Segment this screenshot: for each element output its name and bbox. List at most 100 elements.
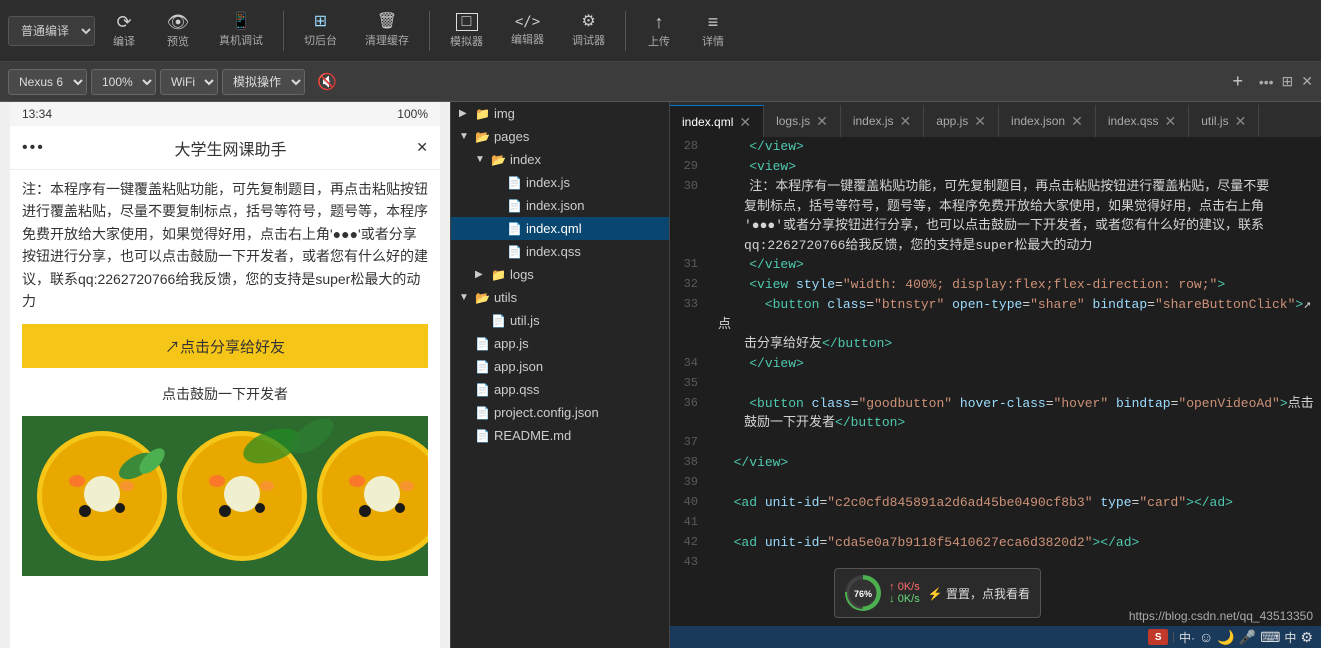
close-panel-icon[interactable]: ✕	[1301, 73, 1313, 90]
separator-2	[429, 11, 430, 51]
tab-index-qml[interactable]: index.qml ✕	[670, 105, 764, 137]
separator-1	[283, 11, 284, 51]
file-tree-index-qss[interactable]: 📄 index.qss	[451, 240, 669, 263]
device-bar-right: + ••• ⊞ ✕	[1225, 69, 1313, 95]
details-icon: ≡	[708, 13, 719, 31]
code-line-36: 36 <button class="goodbutton" hover-clas…	[670, 394, 1321, 433]
download-stat: ↓ 0K/s	[889, 593, 920, 605]
tab-index-qss[interactable]: index.qss ✕	[1096, 105, 1189, 137]
file-tree-img[interactable]: ▶ 📁 img	[451, 102, 669, 125]
file-tree-app-qss[interactable]: 📄 app.qss	[451, 378, 669, 401]
phone-time: 13:34	[22, 107, 52, 121]
ime-s-icon[interactable]: S	[1148, 629, 1168, 645]
file-tree-index-json[interactable]: 📄 index.json	[451, 194, 669, 217]
code-line-41: 41	[670, 513, 1321, 533]
device-bar: Nexus 6 100% WiFi 模拟操作 🔇 + ••• ⊞ ✕	[0, 62, 1321, 102]
tab-index-qml-close[interactable]: ✕	[739, 115, 751, 129]
folder-icon: 📁	[491, 268, 506, 282]
file-tree-util-js-label: util.js	[510, 313, 540, 328]
tab-index-qss-close[interactable]: ✕	[1165, 114, 1177, 128]
code-line-34: 34 </view>	[670, 354, 1321, 374]
progress-svg: 76%	[845, 575, 881, 611]
config-file-icon: 📄	[475, 406, 490, 420]
tab-index-qml-label: index.qml	[682, 115, 733, 129]
tab-index-js-close[interactable]: ✕	[900, 114, 912, 128]
file-tree-app-json[interactable]: 📄 app.json	[451, 355, 669, 378]
phone-share-btn[interactable]: ↗点击分享给好友	[22, 324, 428, 368]
ime-zh-label[interactable]: 中·	[1179, 629, 1195, 646]
qml-file-icon: 📄	[507, 222, 522, 236]
json-file-icon: 📄	[475, 360, 490, 374]
details-btn[interactable]: ≡ 详情	[688, 9, 738, 53]
file-tree-utils[interactable]: ▼ 📂 utils	[451, 286, 669, 309]
file-tree-app-qss-label: app.qss	[494, 382, 540, 397]
file-tree-readme[interactable]: 📄 README.md	[451, 424, 669, 447]
top-toolbar: 普通编译 ⟳ 编译 👁 预览 📱 真机调试 ⊞ 切后台 🗑 清理缓存 □ 模拟器…	[0, 0, 1321, 62]
tab-app-js-close[interactable]: ✕	[974, 114, 986, 128]
sound-btn[interactable]: 🔇	[309, 69, 345, 95]
separator-3	[625, 11, 626, 51]
file-tree-index-folder[interactable]: ▼ 📂 index	[451, 148, 669, 171]
simulator-btn[interactable]: □ 模拟器	[438, 9, 495, 53]
tab-util-js-close[interactable]: ✕	[1235, 114, 1247, 128]
compile-mode-select[interactable]: 普通编译	[8, 16, 95, 46]
layout-icon[interactable]: ⊞	[1282, 73, 1294, 90]
floating-widget[interactable]: 76% ↑ 0K/s ↓ 0K/s ⚡ 置置，点我看看	[834, 568, 1041, 618]
tab-options-dots[interactable]: •••	[1259, 74, 1274, 90]
tab-index-js[interactable]: index.js ✕	[841, 105, 924, 137]
file-tree-project-config-label: project.config.json	[494, 405, 599, 420]
editor-btn[interactable]: </> 编辑器	[499, 11, 556, 51]
file-tree-logs[interactable]: ▶ 📁 logs	[451, 263, 669, 286]
code-line-28: 28 </view>	[670, 137, 1321, 157]
file-tree-img-label: img	[494, 106, 515, 121]
compile-btn[interactable]: ⟳ 编译	[99, 9, 149, 53]
widget-text[interactable]: ⚡ 置置，点我看看	[928, 585, 1030, 602]
file-tree-index-qss-label: index.qss	[526, 244, 581, 259]
preview-icon: 👁	[167, 13, 190, 31]
compile-mode-group[interactable]: 普通编译	[8, 16, 95, 46]
clear-storage-btn[interactable]: 🗑 清理缓存	[353, 10, 421, 52]
debugger-btn[interactable]: ⚙ 调试器	[560, 10, 617, 52]
tab-logs-js-close[interactable]: ✕	[816, 114, 828, 128]
preview-btn[interactable]: 👁 预览	[153, 9, 203, 53]
qss-file-icon: 📄	[507, 245, 522, 259]
file-tree-index-js[interactable]: 📄 index.js	[451, 171, 669, 194]
tabs-bar: index.qml ✕ logs.js ✕ index.js ✕ app.js …	[670, 102, 1321, 137]
switch-bg-btn[interactable]: ⊞ 切后台	[292, 10, 349, 52]
ime-emoji-icon[interactable]: ☺	[1199, 629, 1213, 645]
tab-logs-js[interactable]: logs.js ✕	[764, 105, 841, 137]
folder-open-icon: 📂	[475, 130, 490, 144]
svg-text:76%: 76%	[854, 589, 872, 599]
chevron-down-icon: ▼	[459, 131, 475, 142]
tab-index-json[interactable]: index.json ✕	[999, 105, 1096, 137]
ime-keyboard-icon[interactable]: ⌨	[1260, 629, 1280, 646]
ime-settings-icon[interactable]: ⚙	[1300, 629, 1313, 646]
network-select[interactable]: WiFi	[160, 69, 218, 95]
phone-close-btn[interactable]: ✕	[416, 139, 428, 156]
tab-app-js[interactable]: app.js ✕	[924, 105, 999, 137]
file-tree-app-js[interactable]: 📄 app.js	[451, 332, 669, 355]
file-tree-index-qml[interactable]: 📄 index.qml	[451, 217, 669, 240]
ime-mic-icon[interactable]: 🎤	[1239, 629, 1256, 646]
device-select[interactable]: Nexus 6	[8, 69, 87, 95]
phone-menu-dots[interactable]: •••	[22, 139, 45, 157]
file-tree-project-config[interactable]: 📄 project.config.json	[451, 401, 669, 424]
zoom-select[interactable]: 100%	[91, 69, 156, 95]
ime-moon-icon[interactable]: 🌙	[1217, 629, 1234, 646]
js-file-icon: 📄	[507, 176, 522, 190]
url-bar: https://blog.csdn.net/qq_43513350	[1021, 606, 1321, 626]
file-tree-app-json-label: app.json	[494, 359, 543, 374]
ime-bar: S | 中· ☺ 🌙 🎤 ⌨ 中 ⚙	[670, 626, 1321, 648]
tab-index-json-close[interactable]: ✕	[1071, 114, 1083, 128]
js-file-icon: 📄	[491, 314, 506, 328]
phone-content: 注：本程序有一键覆盖粘贴功能，可先复制题目，再点击粘贴按钮进行覆盖粘贴，尽量不要…	[10, 170, 440, 584]
upload-btn[interactable]: ↑ 上传	[634, 9, 684, 53]
debug-btn[interactable]: 📱 真机调试	[207, 10, 275, 52]
ime-lang-label[interactable]: 中	[1284, 629, 1296, 646]
simulate-select[interactable]: 模拟操作	[222, 69, 305, 95]
add-tab-btn[interactable]: +	[1225, 69, 1251, 95]
tab-util-js[interactable]: util.js ✕	[1189, 105, 1259, 137]
file-tree-pages[interactable]: ▼ 📂 pages	[451, 125, 669, 148]
file-tree-util-js[interactable]: 📄 util.js	[451, 309, 669, 332]
tab-util-js-label: util.js	[1201, 114, 1228, 128]
